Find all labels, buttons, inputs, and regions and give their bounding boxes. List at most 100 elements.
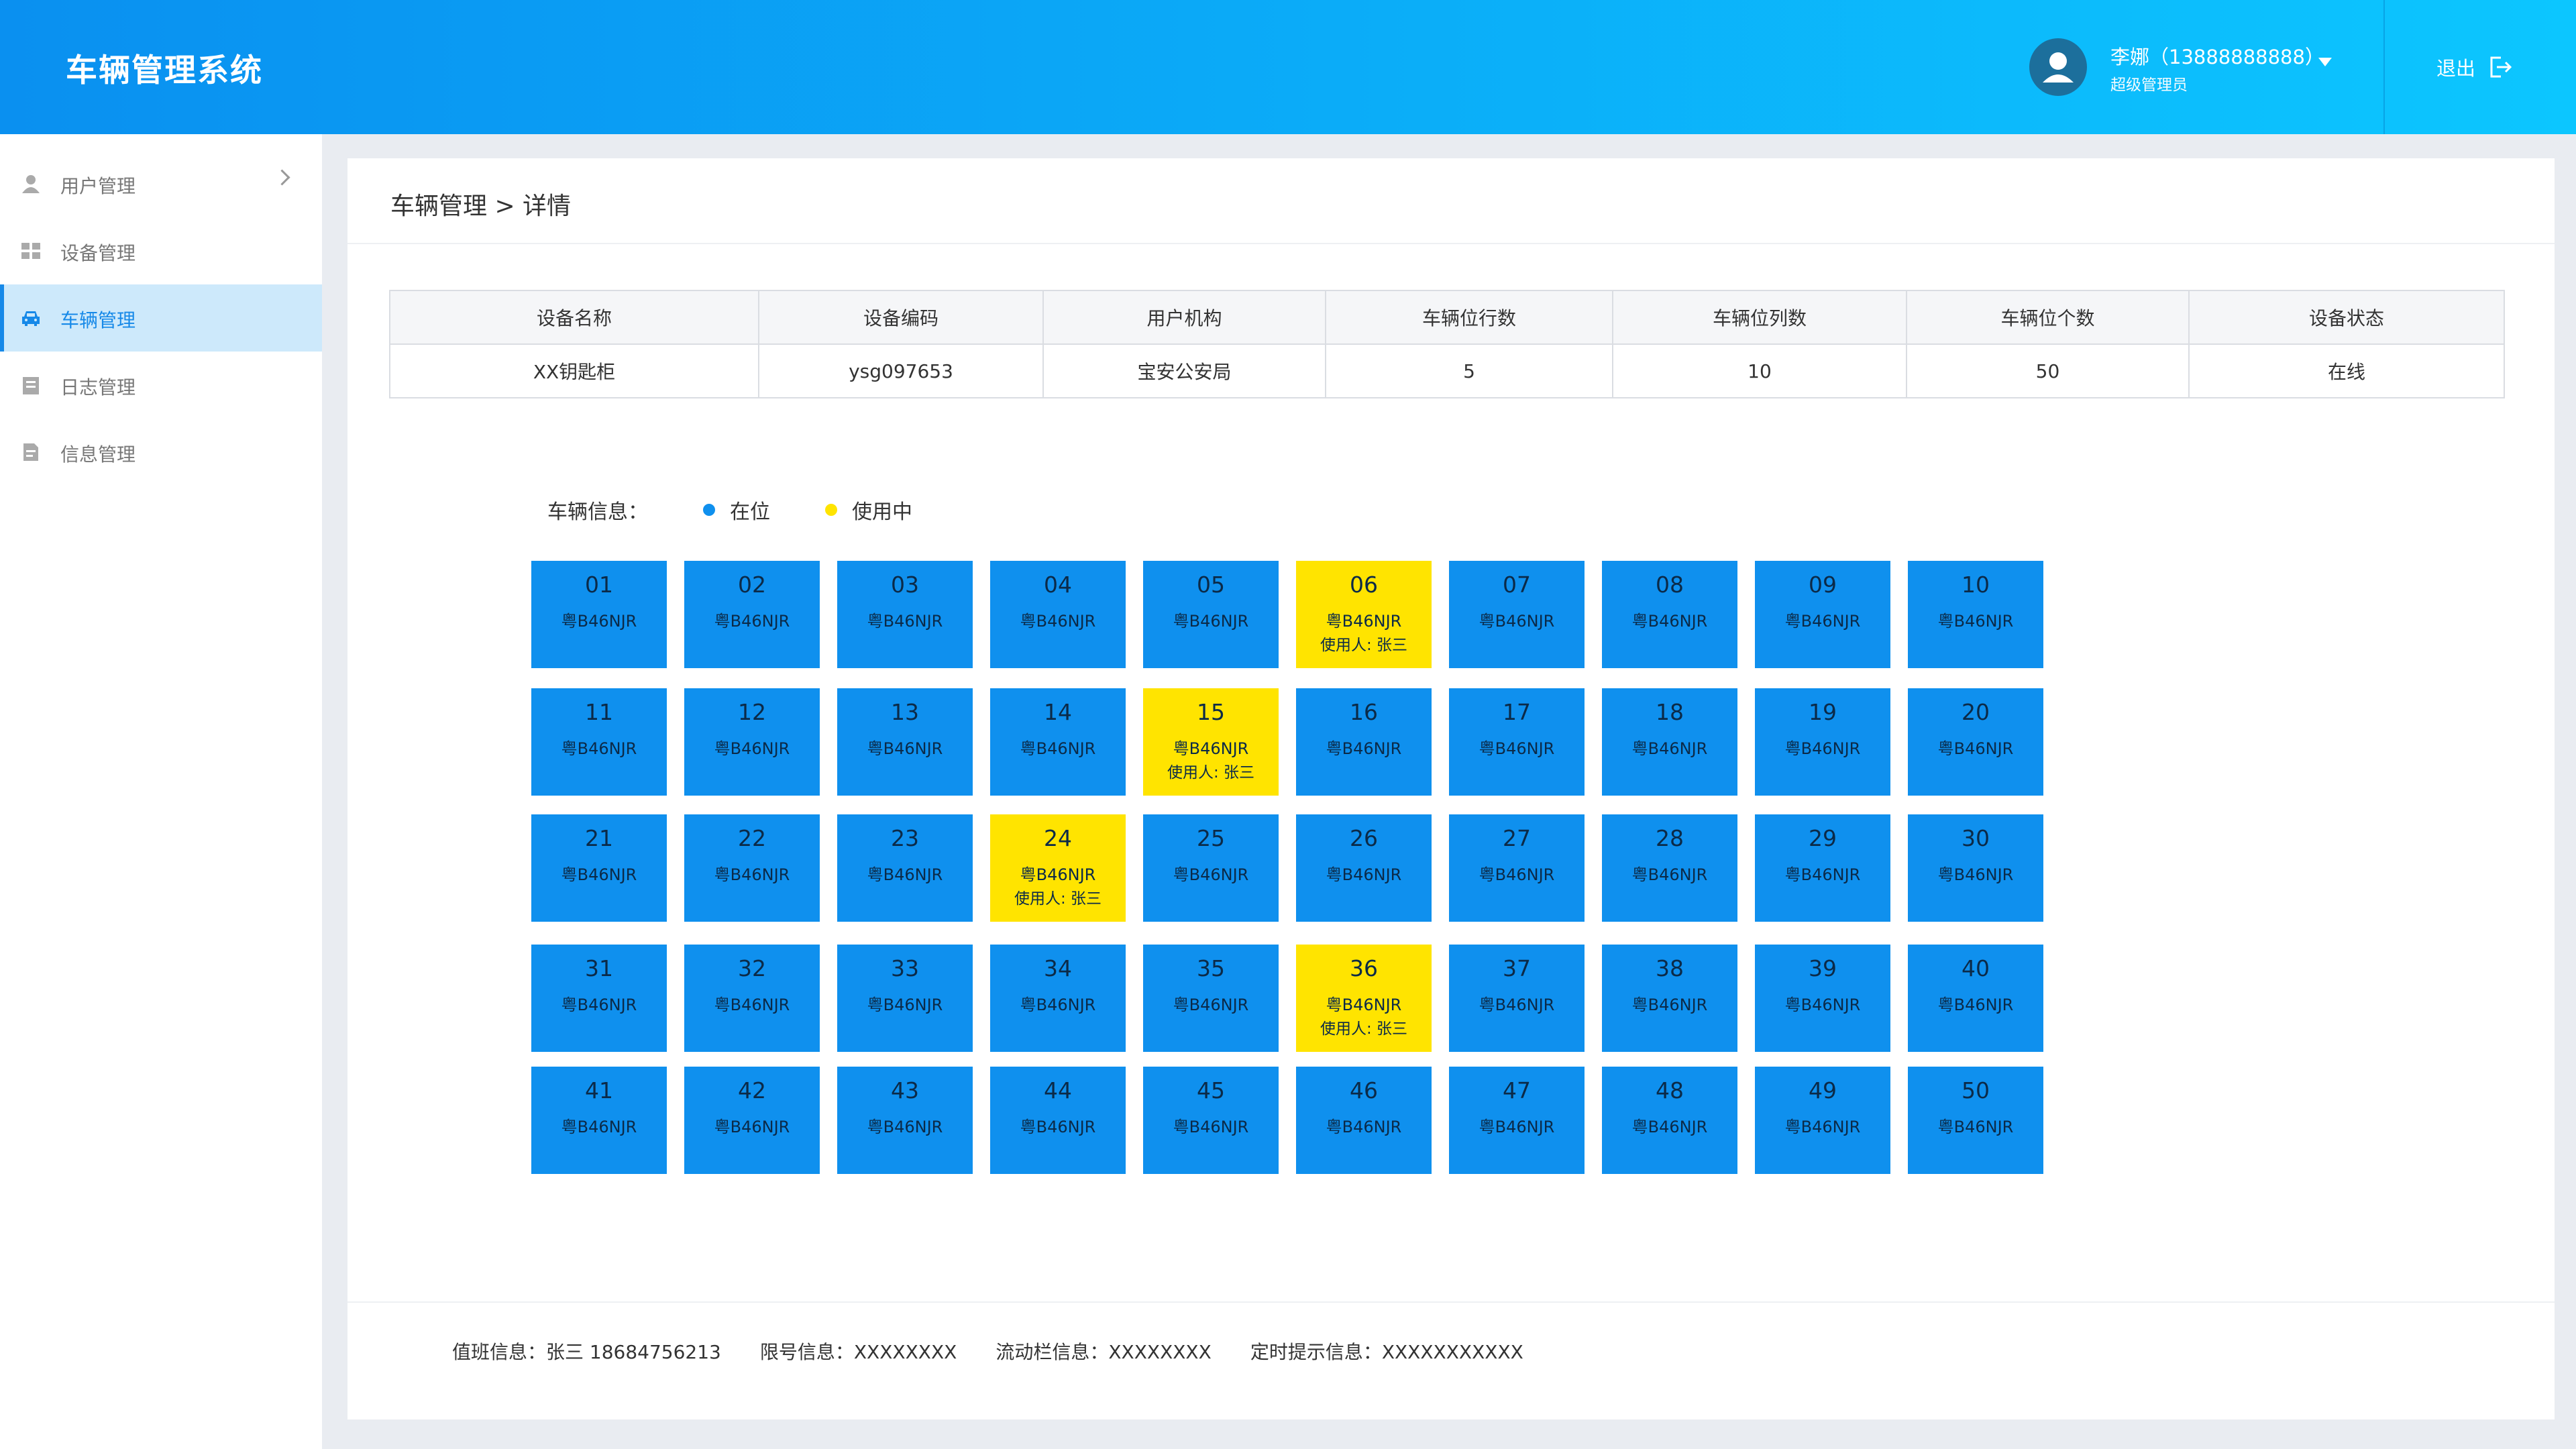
dot-icon <box>825 504 837 516</box>
slot-plate: 粤B46NJR <box>561 865 637 884</box>
parking-slot[interactable]: 07 粤B46NJR <box>1449 561 1585 668</box>
slot-number: 50 <box>1962 1077 1990 1104</box>
parking-slot[interactable]: 17 粤B46NJR <box>1449 688 1585 796</box>
slot-plate: 粤B46NJR <box>1784 612 1861 631</box>
table-row: XX钥匙柜 ysg097653 宝安公安局 5 10 50 在线 <box>389 343 2505 398</box>
parking-slot[interactable]: 49 粤B46NJR <box>1755 1067 1890 1174</box>
table-cell: XX钥匙柜 <box>389 343 759 398</box>
slot-plate: 粤B46NJR <box>1784 1118 1861 1136</box>
sidebar-item-users[interactable]: 用户管理 <box>0 150 322 217</box>
parking-slot[interactable]: 38 粤B46NJR <box>1602 945 1737 1052</box>
slot-number: 40 <box>1962 955 1990 981</box>
parking-slot[interactable]: 12 粤B46NJR <box>684 688 820 796</box>
parking-slot[interactable]: 28 粤B46NJR <box>1602 814 1737 922</box>
parking-slot[interactable]: 26 粤B46NJR <box>1296 814 1432 922</box>
parking-slot[interactable]: 33 粤B46NJR <box>837 945 973 1052</box>
slot-plate: 粤B46NJR <box>1326 865 1402 884</box>
parking-slot[interactable]: 42 粤B46NJR <box>684 1067 820 1174</box>
parking-slot[interactable]: 35 粤B46NJR <box>1143 945 1279 1052</box>
parking-slot[interactable]: 41 粤B46NJR <box>531 1067 667 1174</box>
ticker-info: 流动栏信息：XXXXXXXX <box>996 1341 1212 1363</box>
slot-plate: 粤B46NJR <box>1020 1118 1096 1136</box>
parking-slot[interactable]: 30 粤B46NJR <box>1908 814 2043 922</box>
slot-number: 08 <box>1656 572 1684 598</box>
parking-slot[interactable]: 40 粤B46NJR <box>1908 945 2043 1052</box>
slot-plate: 粤B46NJR <box>1937 612 2014 631</box>
parking-slot[interactable]: 36 粤B46NJR 使用人: 张三 <box>1296 945 1432 1052</box>
parking-slot[interactable]: 02 粤B46NJR <box>684 561 820 668</box>
parking-slot[interactable]: 37 粤B46NJR <box>1449 945 1585 1052</box>
slot-number: 01 <box>585 572 613 598</box>
user-name[interactable]: 李娜（13888888888） <box>2110 42 2324 70</box>
parking-slot[interactable]: 47 粤B46NJR <box>1449 1067 1585 1174</box>
parking-slot[interactable]: 08 粤B46NJR <box>1602 561 1737 668</box>
parking-slot[interactable]: 34 粤B46NJR <box>990 945 1126 1052</box>
parking-slot[interactable]: 45 粤B46NJR <box>1143 1067 1279 1174</box>
slot-number: 16 <box>1350 699 1378 725</box>
parking-slot[interactable]: 32 粤B46NJR <box>684 945 820 1052</box>
parking-slot[interactable]: 06 粤B46NJR 使用人: 张三 <box>1296 561 1432 668</box>
parking-slot[interactable]: 27 粤B46NJR <box>1449 814 1585 922</box>
parking-slot[interactable]: 03 粤B46NJR <box>837 561 973 668</box>
slot-plate: 粤B46NJR <box>714 612 790 631</box>
parking-slot[interactable]: 16 粤B46NJR <box>1296 688 1432 796</box>
dot-icon <box>703 504 715 516</box>
avatar[interactable] <box>2029 38 2087 96</box>
parking-slot[interactable]: 05 粤B46NJR <box>1143 561 1279 668</box>
slot-number: 30 <box>1962 825 1990 851</box>
slot-plate: 粤B46NJR <box>1479 865 1555 884</box>
slot-plate: 粤B46NJR <box>1479 739 1555 758</box>
user-icon <box>22 175 40 193</box>
parking-slot[interactable]: 19 粤B46NJR <box>1755 688 1890 796</box>
parking-slot[interactable]: 25 粤B46NJR <box>1143 814 1279 922</box>
slot-plate: 粤B46NJR <box>1784 739 1861 758</box>
slot-plate: 粤B46NJR <box>867 1118 943 1136</box>
main-card: 车辆管理 > 详情 设备名称 设备编码 用户机构 车辆位行数 车辆位列数 车辆位… <box>347 158 2555 1419</box>
legend-title: 车辆信息： <box>547 500 648 524</box>
slot-number: 32 <box>738 955 766 981</box>
table-header-cell: 设备编码 <box>758 290 1044 345</box>
parking-slot[interactable]: 21 粤B46NJR <box>531 814 667 922</box>
slot-number: 06 <box>1350 572 1378 598</box>
logout-icon <box>2490 56 2512 78</box>
parking-slot[interactable]: 22 粤B46NJR <box>684 814 820 922</box>
parking-slot[interactable]: 24 粤B46NJR 使用人: 张三 <box>990 814 1126 922</box>
parking-slot[interactable]: 09 粤B46NJR <box>1755 561 1890 668</box>
parking-slot[interactable]: 10 粤B46NJR <box>1908 561 2043 668</box>
sidebar-item-devices[interactable]: 设备管理 <box>0 217 322 284</box>
table-header-cell: 车辆位列数 <box>1612 290 1907 345</box>
sidebar: 用户管理 设备管理 车辆管理 日志管理 信息管理 <box>0 134 322 1449</box>
parking-slot-grid: 01 粤B46NJR 02 粤B46NJR 03 粤B46NJR 04 粤B46NJR 05 粤B… <box>531 561 2047 1178</box>
sidebar-item-logs[interactable]: 日志管理 <box>0 352 322 419</box>
parking-slot[interactable]: 20 粤B46NJR <box>1908 688 2043 796</box>
table-header-cell: 设备状态 <box>2188 290 2505 345</box>
parking-slot[interactable]: 43 粤B46NJR <box>837 1067 973 1174</box>
parking-slot[interactable]: 18 粤B46NJR <box>1602 688 1737 796</box>
parking-slot[interactable]: 44 粤B46NJR <box>990 1067 1126 1174</box>
slot-plate: 粤B46NJR <box>1479 1118 1555 1136</box>
sidebar-item-vehicles[interactable]: 车辆管理 <box>0 284 322 352</box>
sidebar-item-label: 信息管理 <box>60 443 136 466</box>
parking-slot[interactable]: 01 粤B46NJR <box>531 561 667 668</box>
parking-slot[interactable]: 46 粤B46NJR <box>1296 1067 1432 1174</box>
slot-plate: 粤B46NJR <box>1937 865 2014 884</box>
parking-slot[interactable]: 29 粤B46NJR <box>1755 814 1890 922</box>
logout-button[interactable]: 退出 <box>2436 52 2513 82</box>
caret-down-icon[interactable] <box>2318 58 2332 66</box>
parking-slot[interactable]: 39 粤B46NJR <box>1755 945 1890 1052</box>
parking-slot[interactable]: 15 粤B46NJR 使用人: 张三 <box>1143 688 1279 796</box>
sidebar-item-info[interactable]: 信息管理 <box>0 419 322 486</box>
slot-user: 使用人: 张三 <box>1014 890 1102 908</box>
parking-slot[interactable]: 23 粤B46NJR <box>837 814 973 922</box>
slot-number: 39 <box>1809 955 1837 981</box>
parking-slot[interactable]: 50 粤B46NJR <box>1908 1067 2043 1174</box>
parking-slot[interactable]: 11 粤B46NJR <box>531 688 667 796</box>
parking-slot[interactable]: 14 粤B46NJR <box>990 688 1126 796</box>
grid-icon <box>21 243 40 259</box>
parking-slot[interactable]: 48 粤B46NJR <box>1602 1067 1737 1174</box>
parking-slot[interactable]: 04 粤B46NJR <box>990 561 1126 668</box>
parking-slot[interactable]: 31 粤B46NJR <box>531 945 667 1052</box>
reminder-info: 定时提示信息：XXXXXXXXXXX <box>1250 1341 1523 1363</box>
slot-plate: 粤B46NJR <box>1020 865 1096 884</box>
parking-slot[interactable]: 13 粤B46NJR <box>837 688 973 796</box>
